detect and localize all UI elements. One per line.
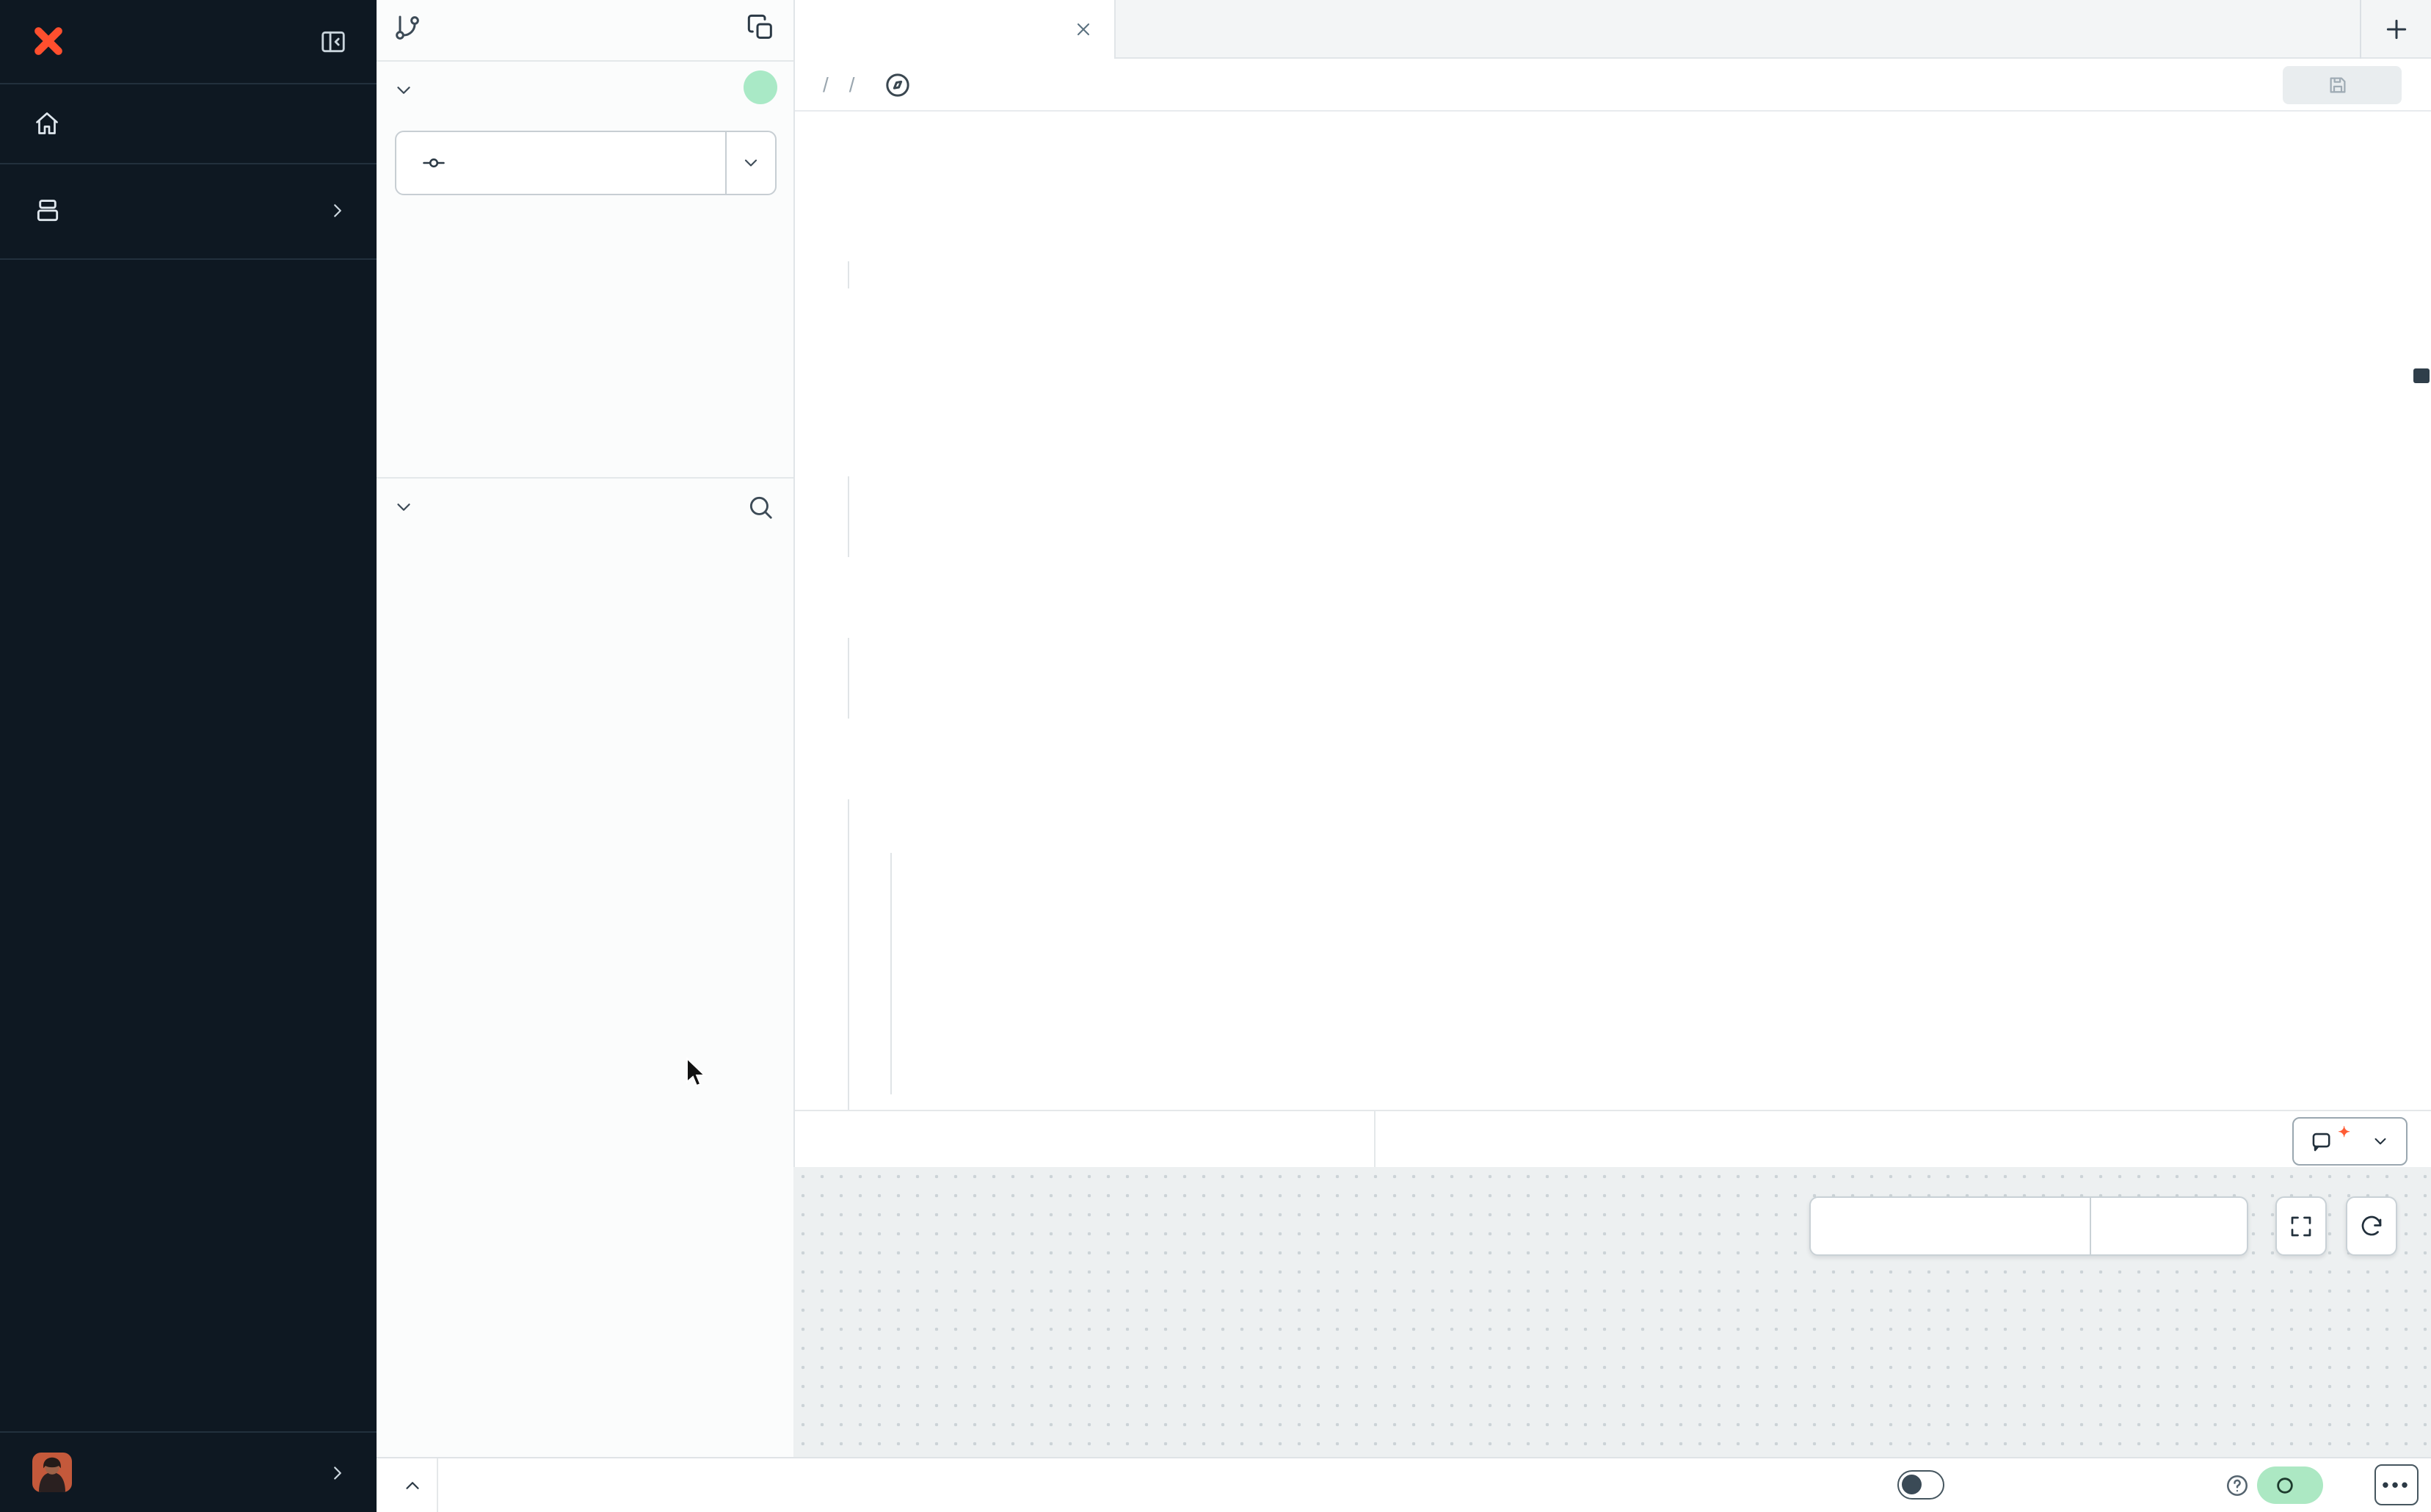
sidebar-project-switcher[interactable] bbox=[0, 163, 377, 258]
lineage-search-bar bbox=[1809, 1196, 2248, 1256]
save-button[interactable] bbox=[2283, 66, 2402, 104]
divider bbox=[0, 258, 377, 260]
sparkle-icon: ✦ bbox=[2338, 1123, 2350, 1141]
chevron-down-icon bbox=[2371, 1132, 2390, 1151]
more-options-button[interactable]: ••• bbox=[2374, 1464, 2419, 1505]
collapse-sidebar-icon[interactable] bbox=[319, 28, 347, 56]
dbt-copilot-button[interactable]: ✦ bbox=[2292, 1117, 2408, 1166]
new-tab-button[interactable] bbox=[2360, 0, 2431, 59]
close-icon[interactable] bbox=[1073, 19, 1094, 40]
lineage-graph[interactable] bbox=[793, 1167, 2431, 1457]
left-panel bbox=[377, 0, 795, 1512]
breadcrumb-bar: / / bbox=[795, 59, 2431, 112]
dbt-logo-icon bbox=[28, 21, 69, 62]
save-icon bbox=[2327, 74, 2349, 96]
chevron-down-icon bbox=[741, 153, 761, 173]
divider bbox=[0, 1431, 377, 1433]
dbt-cloud-ide: / / ✦ bbox=[0, 0, 2431, 1512]
changes-count-badge bbox=[744, 70, 777, 104]
avatar bbox=[32, 1453, 72, 1492]
editor-scrollbar-thumb[interactable] bbox=[2413, 368, 2430, 383]
chevron-right-icon bbox=[327, 1462, 349, 1484]
chevron-down-icon[interactable] bbox=[393, 79, 415, 101]
editor-toolbar: ✦ bbox=[795, 1110, 2431, 1167]
git-branch-icon bbox=[393, 13, 422, 43]
git-commit-icon bbox=[421, 150, 446, 175]
plus-icon bbox=[2382, 15, 2411, 44]
sidebar-user-menu[interactable] bbox=[0, 1441, 377, 1505]
editor-tab-bar bbox=[795, 0, 2431, 59]
refresh-button[interactable] bbox=[2346, 1196, 2397, 1256]
defer-toggle[interactable] bbox=[1897, 1470, 1944, 1500]
help-icon[interactable] bbox=[2225, 1473, 2250, 1498]
code-editor[interactable] bbox=[795, 112, 2431, 1110]
status-badge[interactable] bbox=[2257, 1466, 2323, 1504]
refresh-icon bbox=[2358, 1213, 2385, 1240]
update-graph-button[interactable] bbox=[2090, 1198, 2247, 1254]
commit-and-sync-button[interactable] bbox=[395, 131, 777, 195]
divider bbox=[437, 1458, 438, 1512]
sidebar-item-account-home[interactable] bbox=[0, 83, 377, 163]
copilot-compass-icon[interactable] bbox=[883, 70, 912, 100]
fullscreen-icon bbox=[2288, 1213, 2314, 1240]
command-bar: ••• bbox=[377, 1457, 2431, 1512]
divider bbox=[377, 60, 793, 62]
ready-circle-icon bbox=[2275, 1475, 2295, 1496]
breadcrumb: / / bbox=[813, 59, 912, 112]
changes-list bbox=[377, 206, 793, 477]
chevron-right-icon bbox=[327, 200, 349, 222]
lineage-search-input[interactable] bbox=[1811, 1198, 2090, 1254]
commit-options-dropdown[interactable] bbox=[725, 132, 775, 194]
divider bbox=[1374, 1111, 1376, 1167]
file-tree bbox=[377, 479, 793, 1457]
copilot-chat-icon bbox=[2310, 1129, 2335, 1154]
copy-icon[interactable] bbox=[746, 13, 776, 43]
stack-icon bbox=[34, 197, 62, 225]
app-sidebar bbox=[0, 0, 377, 1512]
chevron-up-icon[interactable] bbox=[401, 1475, 424, 1497]
home-icon bbox=[34, 110, 60, 137]
fullscreen-button[interactable] bbox=[2275, 1196, 2327, 1256]
tab-customers-sql[interactable] bbox=[795, 0, 1116, 59]
